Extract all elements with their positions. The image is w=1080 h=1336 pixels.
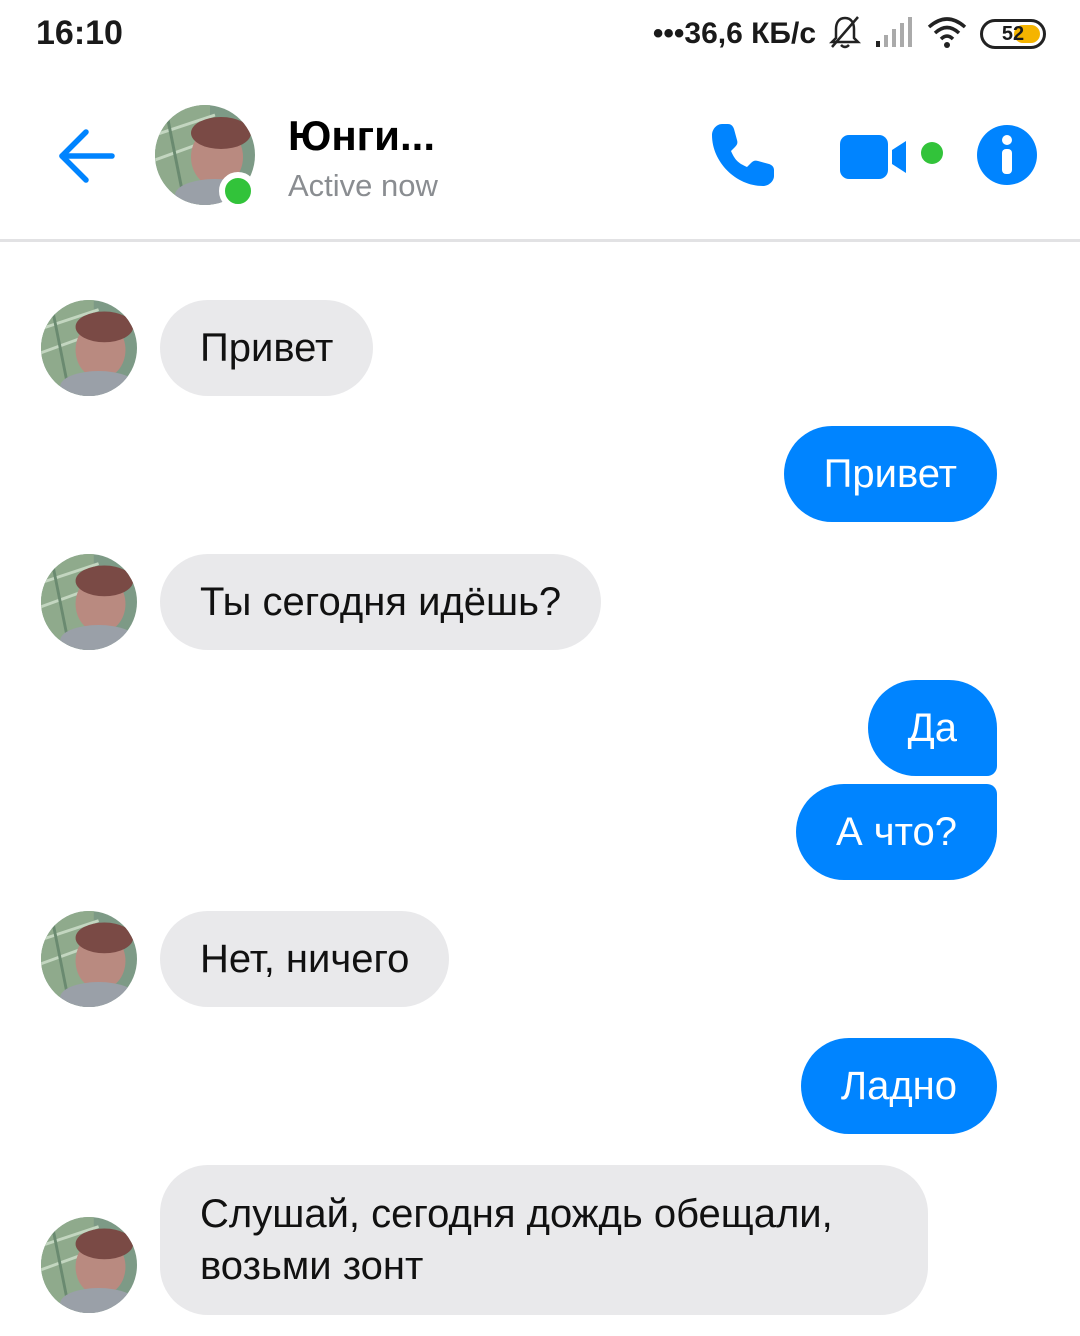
video-camera-icon bbox=[840, 135, 943, 179]
wifi-icon bbox=[926, 15, 968, 54]
signal-icon bbox=[874, 15, 914, 54]
online-indicator bbox=[219, 172, 257, 210]
message-bubble-incoming[interactable]: Слушай, сегодня дождь обещали, возьми зо… bbox=[160, 1165, 928, 1315]
info-button[interactable] bbox=[976, 124, 1038, 186]
sender-avatar[interactable] bbox=[41, 911, 137, 1007]
battery-icon: 52 bbox=[980, 19, 1046, 49]
message-bubble-outgoing[interactable]: А что? bbox=[796, 784, 997, 880]
message-list[interactable]: Привет Привет Ты сегодня идёшь? Да А что… bbox=[0, 245, 1080, 1336]
network-speed: •••36,6 КБ/с bbox=[652, 17, 816, 50]
status-time: 16:10 bbox=[36, 14, 123, 52]
conversation-header: Юнги... Active now bbox=[0, 70, 1080, 242]
info-icon bbox=[977, 125, 1037, 185]
voice-call-button[interactable] bbox=[708, 120, 778, 190]
message-bubble-incoming[interactable]: Привет bbox=[160, 300, 374, 396]
message-bubble-outgoing[interactable]: Привет bbox=[783, 426, 997, 522]
contact-status: Active now bbox=[288, 168, 438, 203]
back-button[interactable] bbox=[56, 126, 116, 186]
message-bubble-outgoing[interactable]: Да bbox=[867, 680, 997, 776]
phone-icon bbox=[712, 124, 774, 186]
message-bubble-incoming[interactable]: Нет, ничего bbox=[160, 911, 450, 1007]
sender-avatar[interactable] bbox=[41, 1217, 137, 1313]
sender-avatar[interactable] bbox=[41, 300, 137, 396]
video-call-button[interactable] bbox=[838, 132, 948, 182]
contact-name[interactable]: Юнги... bbox=[288, 112, 435, 160]
status-icons: •••36,6 КБ/с 52 bbox=[653, 12, 1046, 56]
bell-off-icon bbox=[828, 14, 862, 55]
message-bubble-incoming[interactable]: Ты сегодня идёшь? bbox=[160, 554, 602, 650]
battery-level: 52 bbox=[1001, 22, 1025, 45]
back-arrow-icon bbox=[59, 129, 115, 183]
status-bar: 16:10 •••36,6 КБ/с 52 bbox=[0, 0, 1080, 70]
message-bubble-outgoing[interactable]: Ладно bbox=[800, 1038, 997, 1134]
sender-avatar[interactable] bbox=[41, 554, 137, 650]
